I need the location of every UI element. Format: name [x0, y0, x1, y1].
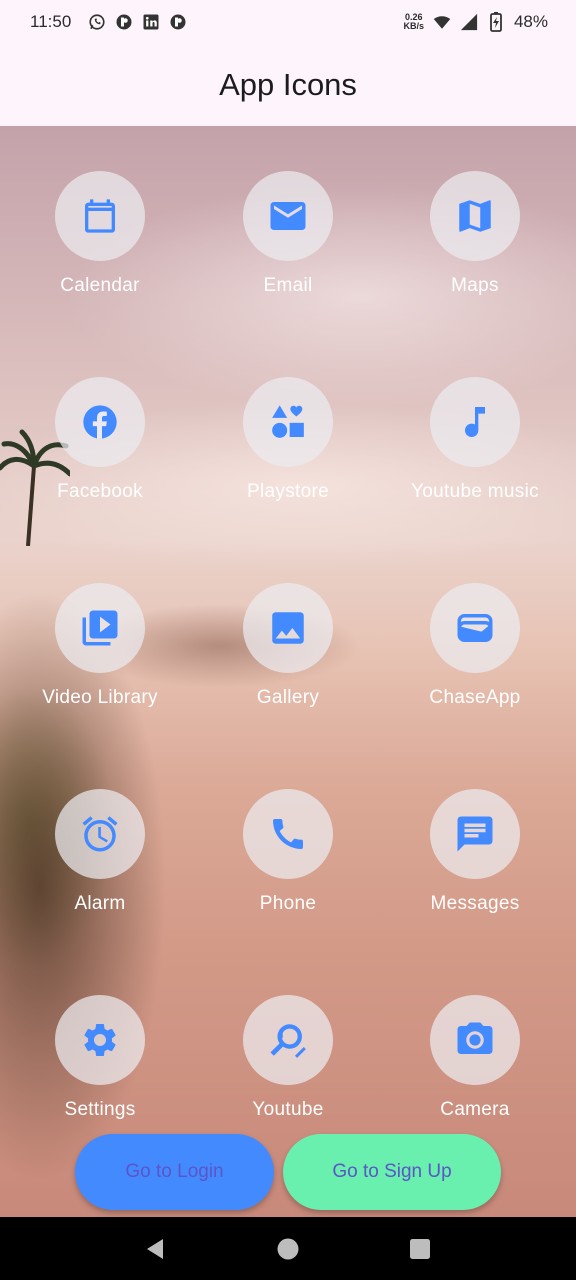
email-icon: [270, 202, 306, 230]
app-facebook[interactable]: Facebook: [10, 377, 190, 527]
app-youtube[interactable]: Youtube: [198, 995, 378, 1145]
app-label: Youtube: [252, 1099, 324, 1120]
page-title: App Icons: [219, 67, 357, 102]
app-label: Maps: [451, 275, 499, 296]
whatsapp-icon: [88, 13, 106, 31]
go-to-login-button[interactable]: Go to Login: [75, 1134, 274, 1210]
app-label: Email: [263, 275, 313, 296]
app-chaseapp[interactable]: ChaseApp: [385, 583, 565, 733]
home-circle-icon: [277, 1238, 299, 1259]
signal-icon: [460, 13, 478, 31]
net-speed-unit: KB/s: [403, 21, 424, 31]
home-button[interactable]: [268, 1229, 308, 1269]
app-icon-circle: [55, 789, 145, 879]
app-gallery[interactable]: Gallery: [198, 583, 378, 733]
alarm-icon: [82, 816, 118, 852]
app-label: Facebook: [57, 481, 143, 502]
app-maps[interactable]: Maps: [385, 171, 565, 321]
wallet-icon: [457, 614, 493, 642]
app-phone[interactable]: Phone: [198, 789, 378, 939]
app-label: Camera: [440, 1099, 510, 1120]
app-label: Gallery: [256, 687, 320, 708]
message-icon: [457, 816, 493, 852]
app-icon: [169, 13, 187, 31]
app-icon-circle: [430, 789, 520, 879]
recents-button[interactable]: [400, 1229, 440, 1269]
background-image: Calendar Email Maps Facebook Playstore Y…: [0, 126, 576, 1217]
app-camera[interactable]: Camera: [385, 995, 565, 1145]
back-button[interactable]: [136, 1229, 176, 1269]
facebook-icon: [83, 405, 117, 439]
app-label: Calendar: [60, 275, 140, 296]
app-icon-circle: [55, 995, 145, 1085]
app-icon-circle: [430, 583, 520, 673]
app-icon-circle: [243, 995, 333, 1085]
app-label: Settings: [64, 1099, 136, 1120]
linkedin-icon: [142, 13, 160, 31]
app-messages[interactable]: Messages: [385, 789, 565, 939]
search-icon: [270, 1024, 306, 1058]
category-icon: [272, 405, 304, 438]
app-settings[interactable]: Settings: [10, 995, 190, 1145]
app-alarm[interactable]: Alarm: [10, 789, 190, 939]
camera-icon: [457, 1022, 493, 1054]
app-playstore[interactable]: Playstore: [198, 377, 378, 527]
app-icon: [115, 13, 133, 31]
app-icon-circle: [55, 171, 145, 261]
recents-square-icon: [410, 1238, 430, 1259]
app-label: Video Library: [42, 687, 158, 708]
map-icon: [459, 200, 491, 232]
app-label: Phone: [259, 893, 317, 914]
system-navigation-bar: [0, 1217, 576, 1280]
app-icon-circle: [430, 995, 520, 1085]
status-bar: 11:50 0.26 KB/s 48%: [0, 0, 576, 44]
app-label: ChaseApp: [429, 687, 521, 708]
app-icon-circle: [55, 377, 145, 467]
settings-icon: [84, 1024, 116, 1056]
image-icon: [272, 612, 304, 644]
app-calendar[interactable]: Calendar: [10, 171, 190, 321]
app-icon-circle: [430, 377, 520, 467]
action-buttons: Go to Login Go to Sign Up: [0, 1134, 576, 1210]
music-note-icon: [465, 407, 485, 437]
app-icon-circle: [430, 171, 520, 261]
app-youtube-music[interactable]: Youtube music: [385, 377, 565, 527]
back-triangle-icon: [147, 1238, 163, 1259]
app-label: Messages: [430, 893, 520, 914]
app-bar: App Icons: [0, 44, 576, 126]
video-library-icon: [82, 610, 118, 646]
app-icon-circle: [243, 583, 333, 673]
calendar-icon: [85, 199, 115, 233]
go-to-sign-up-button[interactable]: Go to Sign Up: [283, 1134, 501, 1210]
app-icon-circle: [55, 583, 145, 673]
app-icon-circle: [243, 789, 333, 879]
app-icon-circle: [243, 377, 333, 467]
wifi-icon: [433, 13, 451, 31]
app-icon-circle: [243, 171, 333, 261]
app-label: Playstore: [247, 481, 329, 502]
app-video-library[interactable]: Video Library: [10, 583, 190, 733]
battery-icon: [487, 12, 505, 32]
status-time: 11:50: [30, 12, 72, 31]
app-label: Alarm: [74, 893, 126, 914]
status-left: 11:50: [30, 12, 187, 32]
status-right: 0.26 KB/s 48%: [403, 12, 548, 32]
battery-level: 48%: [513, 12, 548, 31]
net-speed: 0.26 KB/s: [403, 13, 424, 31]
app-label: Youtube music: [411, 481, 539, 502]
phone-icon: [273, 819, 303, 849]
app-email[interactable]: Email: [198, 171, 378, 321]
